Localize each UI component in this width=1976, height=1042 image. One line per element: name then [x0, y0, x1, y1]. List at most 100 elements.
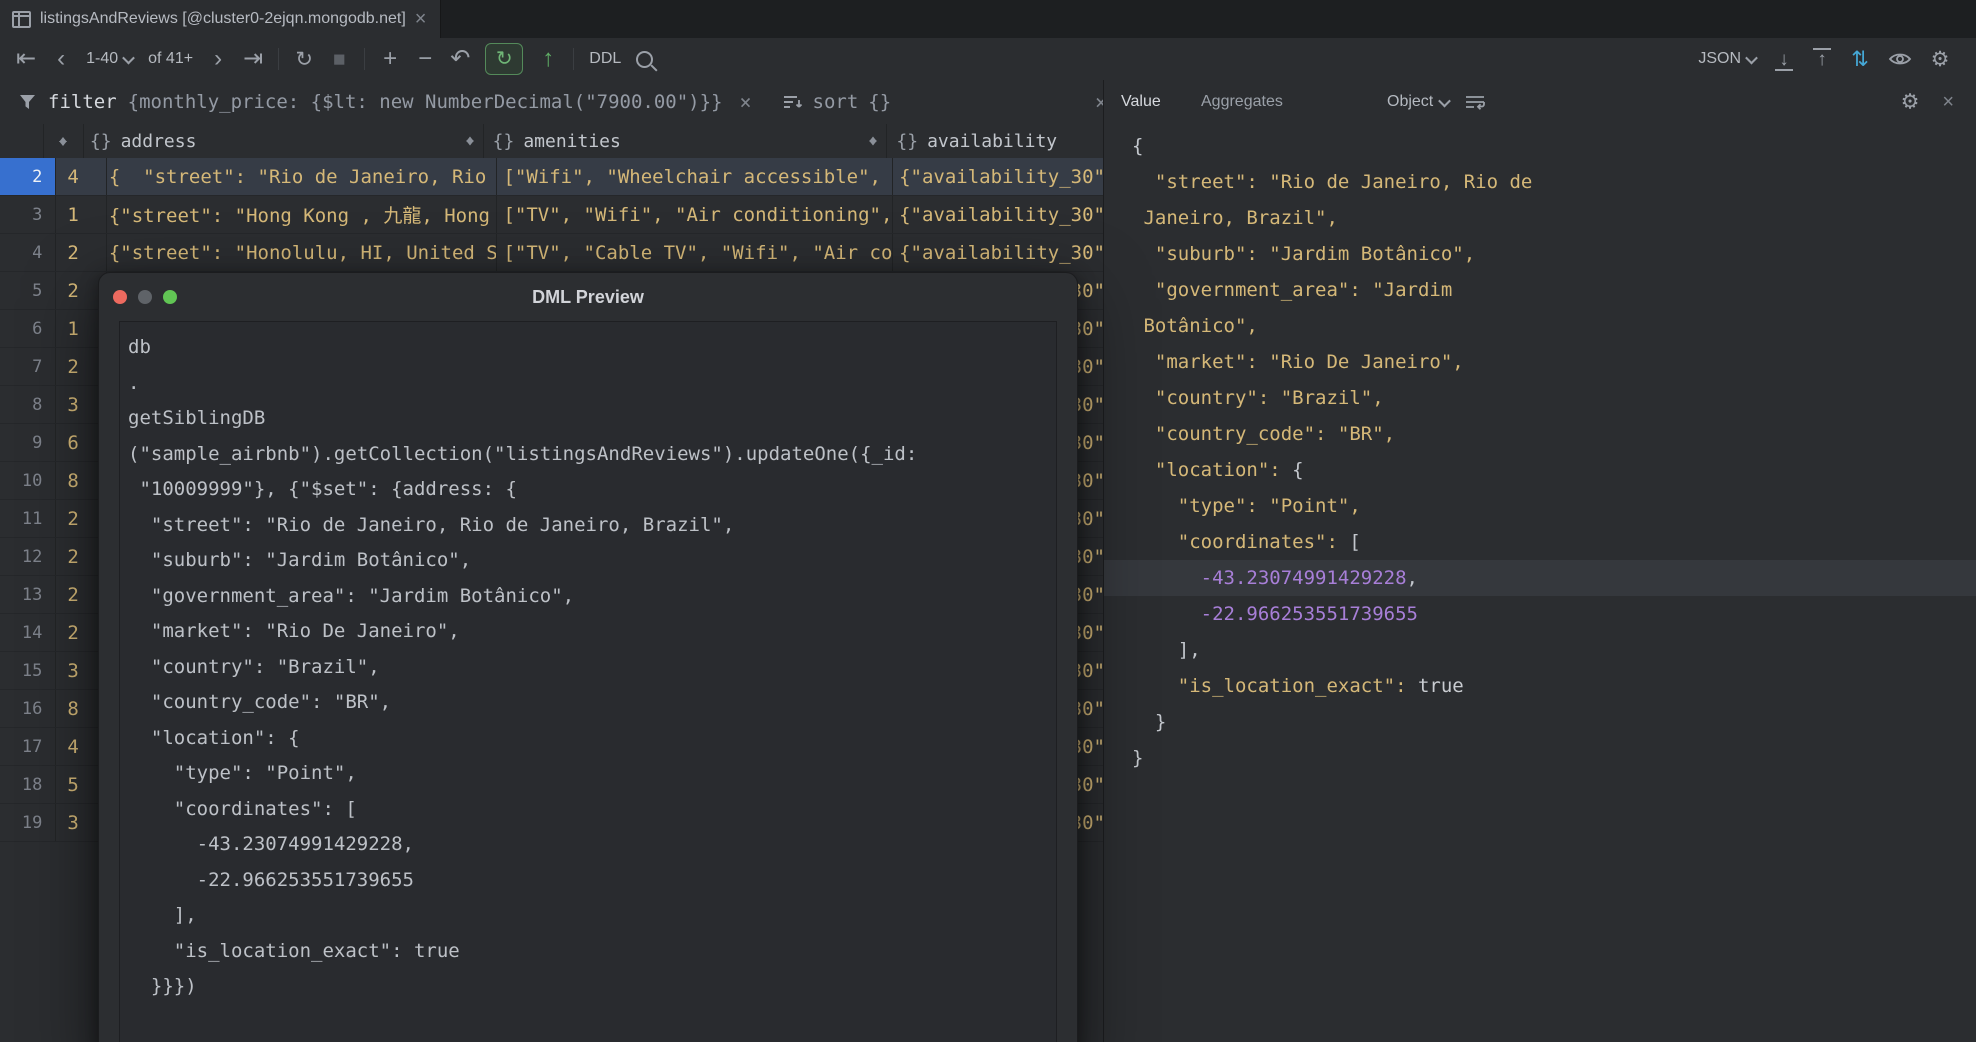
row-number[interactable]: 6: [0, 310, 56, 347]
value-mode-dropdown[interactable]: Object: [1387, 93, 1449, 111]
row-number[interactable]: 17: [0, 728, 56, 765]
row-number[interactable]: 13: [0, 576, 56, 613]
row-number[interactable]: 5: [0, 272, 56, 309]
cell-availability[interactable]: {"availability_30": [893, 196, 1103, 233]
view-format-dropdown[interactable]: JSON: [1698, 50, 1756, 68]
tab-value[interactable]: Value: [1121, 93, 1161, 111]
previous-page-button[interactable]: ‹: [51, 47, 71, 71]
code-line: ("sample_airbnb").getCollection("listing…: [128, 437, 1056, 473]
value-token: ],: [1132, 639, 1201, 661]
row-number[interactable]: 9: [0, 424, 56, 461]
cell-accommodates[interactable]: 1: [56, 196, 106, 233]
value-line: "government_area": "Jardim: [1132, 272, 1976, 308]
row-number[interactable]: 3: [0, 196, 56, 233]
refresh-icon[interactable]: ↻: [294, 49, 314, 70]
row-number[interactable]: 12: [0, 538, 56, 575]
export-icon[interactable]: ↑: [1812, 50, 1832, 69]
value-token: "is_location_exact":: [1132, 675, 1418, 697]
panel-settings-gear-icon[interactable]: ⚙: [1900, 92, 1920, 113]
value-line: }: [1132, 740, 1976, 776]
first-page-button[interactable]: ⇤: [16, 47, 36, 71]
remove-row-button[interactable]: −: [415, 47, 435, 71]
column-header-address[interactable]: {} address: [84, 124, 484, 158]
revert-icon[interactable]: ↶: [450, 47, 470, 71]
last-page-button[interactable]: ⇥: [243, 47, 263, 71]
submit-changes-icon[interactable]: ↑: [538, 47, 558, 71]
value-line: -43.23074991429228,: [1104, 560, 1976, 596]
value-line: }: [1132, 704, 1976, 740]
row-number[interactable]: 8: [0, 386, 56, 423]
value-token: true: [1418, 675, 1464, 697]
cell-availability[interactable]: {"availability_30": [893, 158, 1103, 195]
row-number[interactable]: 4: [0, 234, 56, 271]
value-token: "type": "Point",: [1132, 495, 1361, 517]
search-icon[interactable]: [636, 51, 653, 68]
row-number[interactable]: 14: [0, 614, 56, 651]
cell-accommodates[interactable]: 4: [56, 158, 106, 195]
row-number[interactable]: 15: [0, 652, 56, 689]
zoom-window-icon[interactable]: [163, 290, 177, 304]
sort-both-icon[interactable]: [867, 133, 879, 150]
table-row[interactable]: 42{"street": "Honolulu, HI, United Sta["…: [0, 234, 1103, 272]
value-token: [1132, 567, 1201, 589]
filter-sort-bar: filter {monthly_price: {$lt: new NumberD…: [0, 80, 1121, 125]
filter-expression-input[interactable]: {monthly_price: {$lt: new NumberDecimal(…: [128, 91, 723, 113]
value-token: "country": "Brazil",: [1132, 387, 1384, 409]
code-line: -43.23074991429228,: [128, 827, 1056, 863]
row-number[interactable]: 18: [0, 766, 56, 803]
sort-both-icon[interactable]: [464, 133, 476, 150]
object-type-icon: {}: [493, 131, 515, 152]
code-lines: db.getSiblingDB("sample_airbnb").getColl…: [128, 330, 1056, 1005]
column-header-availability[interactable]: {} availability: [887, 124, 1103, 158]
tab-aggregates[interactable]: Aggregates: [1201, 93, 1283, 111]
row-number[interactable]: 2: [0, 158, 56, 195]
value-line: "type": "Point",: [1132, 488, 1976, 524]
table-row[interactable]: 24{ "street": "Rio de Janeiro, Rio d["Wi…: [0, 158, 1103, 196]
row-number[interactable]: 16: [0, 690, 56, 727]
cell-address[interactable]: { "street": "Rio de Janeiro, Rio d: [107, 158, 498, 195]
cell-amenities[interactable]: ["TV", "Cable TV", "Wifi", "Air cond: [497, 234, 893, 271]
value-lines: { "street": "Rio de Janeiro, Rio de Jane…: [1132, 128, 1976, 776]
preview-eye-icon[interactable]: [1888, 51, 1912, 67]
page-range-dropdown[interactable]: 1-40: [86, 50, 133, 68]
value-line: -22.966253551739655: [1132, 596, 1976, 632]
cell-accommodates[interactable]: 2: [56, 234, 106, 271]
value-token: "market": "Rio De Janeiro",: [1132, 351, 1464, 373]
settings-gear-icon[interactable]: ⚙: [1930, 49, 1950, 70]
cell-amenities[interactable]: ["TV", "Wifi", "Air conditioning", ": [497, 196, 893, 233]
column-header-amenities[interactable]: {} amenities: [484, 124, 888, 158]
table-row[interactable]: 31{"street": "Hong Kong , 九龍, Hong Ko["T…: [0, 196, 1103, 234]
close-panel-icon[interactable]: ×: [1942, 92, 1954, 112]
code-line: }}}): [128, 969, 1056, 1005]
soft-wrap-icon[interactable]: [1464, 94, 1486, 110]
code-line: "country": "Brazil",: [128, 650, 1056, 686]
value-viewer[interactable]: { "street": "Rio de Janeiro, Rio de Jane…: [1104, 124, 1976, 1042]
row-number[interactable]: 10: [0, 462, 56, 499]
row-number[interactable]: 19: [0, 804, 56, 841]
sort-expression-input[interactable]: {}: [868, 91, 891, 113]
dialog-title: DML Preview: [532, 287, 644, 308]
window-controls: [113, 290, 177, 304]
dialog-title-bar[interactable]: DML Preview: [99, 273, 1077, 321]
toolbar-separator: [364, 48, 365, 70]
ddl-button[interactable]: DDL: [589, 50, 621, 68]
auto-commit-toggle[interactable]: ↻: [485, 43, 523, 75]
grid-column-header: {} address {} amenities {} availability: [0, 124, 1103, 159]
cell-address[interactable]: {"street": "Honolulu, HI, United Sta: [107, 234, 498, 271]
close-window-icon[interactable]: [113, 290, 127, 304]
cell-availability[interactable]: {"availability_30": [893, 234, 1103, 271]
next-page-button[interactable]: ›: [208, 47, 228, 71]
column-header-accommodates[interactable]: [44, 124, 84, 158]
tab-listings-and-reviews[interactable]: listingsAndReviews [@cluster0-2ejqn.mong…: [0, 0, 441, 38]
add-row-button[interactable]: +: [380, 47, 400, 71]
sort-both-icon[interactable]: [57, 133, 69, 150]
row-number[interactable]: 7: [0, 348, 56, 385]
dml-code-editor[interactable]: db.getSiblingDB("sample_airbnb").getColl…: [119, 321, 1057, 1042]
cell-address[interactable]: {"street": "Hong Kong , 九龍, Hong Ko: [107, 196, 498, 233]
tab-close-icon[interactable]: ×: [415, 9, 427, 29]
clear-filter-icon[interactable]: ×: [739, 92, 751, 112]
sync-icon[interactable]: ⇅: [1850, 49, 1870, 70]
row-number[interactable]: 11: [0, 500, 56, 537]
cell-amenities[interactable]: ["Wifi", "Wheelchair accessible", "K: [497, 158, 893, 195]
import-icon[interactable]: ↓: [1774, 50, 1794, 69]
